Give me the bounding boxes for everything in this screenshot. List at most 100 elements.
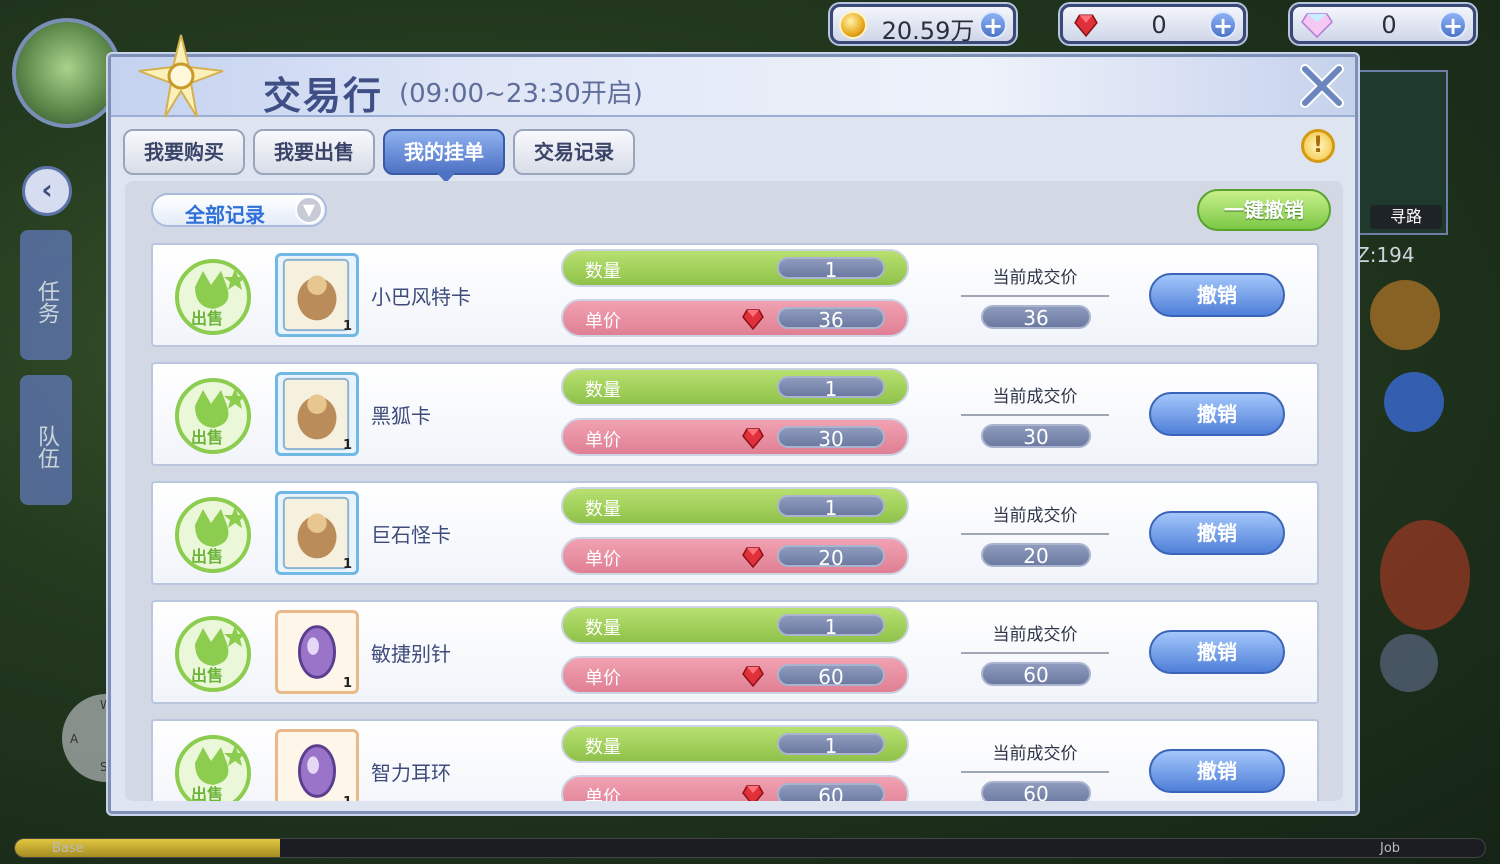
bulk-cancel-button[interactable]: 一键撤销 bbox=[1197, 189, 1331, 231]
current-price-value: 60 bbox=[981, 781, 1091, 801]
listing-row: 出售 1 敏捷别针 数量 1 单价 60 当前成交价 60 撤销 bbox=[151, 600, 1319, 704]
unit-price-value: 30 bbox=[777, 426, 885, 450]
base-exp-bar bbox=[14, 838, 1486, 858]
current-price-label: 当前成交价 bbox=[992, 506, 1078, 526]
listing-row: 出售 1 智力耳环 数量 1 单价 60 当前成交价 60 撤销 bbox=[151, 719, 1319, 801]
cancel-listing-button[interactable]: 撤销 bbox=[1149, 630, 1285, 674]
coordinate-readout: Z:194 bbox=[1356, 243, 1415, 267]
quantity-label: 数量 bbox=[585, 737, 621, 758]
ruby-icon bbox=[741, 307, 765, 331]
cancel-listing-button[interactable]: 撤销 bbox=[1149, 511, 1285, 555]
divider bbox=[961, 533, 1109, 535]
item-icon[interactable]: 1 bbox=[275, 253, 359, 337]
diamond-icon bbox=[1301, 13, 1333, 38]
job-exp-label: Job bbox=[1380, 841, 1401, 856]
quantity-value: 1 bbox=[777, 733, 885, 757]
tab-my-listings[interactable]: 我的挂单 bbox=[383, 129, 505, 183]
unit-price-label: 单价 bbox=[585, 668, 621, 689]
item-stack-count: 1 bbox=[343, 795, 352, 801]
ruby-icon bbox=[741, 783, 765, 801]
item-name: 小巴风特卡 bbox=[371, 285, 471, 309]
skill-button-arrow[interactable] bbox=[1384, 372, 1444, 432]
unit-price-pill: 单价 30 bbox=[561, 418, 909, 456]
item-name: 黑狐卡 bbox=[371, 404, 431, 428]
record-filter-dropdown[interactable]: 全部记录 ▼ bbox=[151, 193, 327, 227]
sell-badge-icon: 出售 bbox=[173, 733, 253, 801]
tab-buy[interactable]: 我要购买 bbox=[123, 129, 245, 175]
diamond-value: 0 bbox=[1381, 11, 1397, 39]
item-name: 智力耳环 bbox=[371, 761, 451, 785]
item-icon[interactable]: 1 bbox=[275, 372, 359, 456]
quantity-value: 1 bbox=[777, 257, 885, 281]
quantity-pill: 数量 1 bbox=[561, 725, 909, 763]
item-stack-count: 1 bbox=[342, 438, 352, 453]
item-icon[interactable]: 1 bbox=[275, 491, 359, 575]
back-arrow-icon[interactable]: ‹ bbox=[22, 166, 72, 216]
team-label: 队伍 bbox=[34, 425, 59, 469]
quest-sidebar-button[interactable]: 任务 bbox=[20, 230, 72, 360]
quantity-label: 数量 bbox=[585, 380, 621, 401]
unit-price-value: 36 bbox=[777, 307, 885, 331]
listing-row: 出售 1 巨石怪卡 数量 1 单价 20 当前成交价 20 撤销 bbox=[151, 481, 1319, 585]
ruby-value: 0 bbox=[1151, 11, 1167, 39]
unit-price-pill: 单价 36 bbox=[561, 299, 909, 337]
item-stack-count: 1 bbox=[342, 557, 352, 572]
current-price-label: 当前成交价 bbox=[992, 387, 1078, 407]
target-lock-button[interactable] bbox=[1380, 634, 1438, 692]
pathfind-label: 寻路 bbox=[1389, 207, 1422, 226]
current-price-label: 当前成交价 bbox=[992, 268, 1078, 288]
divider bbox=[961, 652, 1109, 654]
sell-badge-icon: 出售 bbox=[173, 376, 253, 456]
team-sidebar-button[interactable]: 队伍 bbox=[20, 375, 72, 505]
quantity-pill: 数量 1 bbox=[561, 249, 909, 287]
sell-badge-label: 出售 bbox=[191, 666, 224, 685]
divider bbox=[961, 414, 1109, 416]
star-emblem-icon bbox=[138, 34, 224, 118]
player-avatar[interactable] bbox=[12, 18, 122, 128]
divider bbox=[961, 295, 1109, 297]
listing-row: 出售 1 黑狐卡 数量 1 单价 30 当前成交价 30 撤销 bbox=[151, 362, 1319, 466]
unit-price-value: 20 bbox=[777, 545, 885, 569]
cancel-listing-button[interactable]: 撤销 bbox=[1149, 273, 1285, 317]
ruby-icon bbox=[1074, 14, 1098, 38]
sell-badge-label: 出售 bbox=[191, 428, 224, 447]
pathfind-button[interactable]: 寻路 bbox=[1370, 205, 1442, 229]
skill-button-top[interactable] bbox=[1370, 280, 1440, 350]
item-icon[interactable]: 1 bbox=[275, 610, 359, 694]
tab-trade-records[interactable]: 交易记录 bbox=[513, 129, 635, 175]
current-price-value: 60 bbox=[981, 662, 1091, 686]
current-price-value: 36 bbox=[981, 305, 1091, 329]
info-icon[interactable]: ! bbox=[1301, 129, 1335, 163]
skill-button-fire[interactable] bbox=[1380, 520, 1470, 630]
cancel-listing-button[interactable]: 撤销 bbox=[1149, 392, 1285, 436]
quantity-pill: 数量 1 bbox=[561, 606, 909, 644]
item-stack-count: 1 bbox=[342, 676, 352, 691]
filter-label: 全部记录 bbox=[185, 203, 265, 227]
quantity-label: 数量 bbox=[585, 261, 621, 282]
unit-price-value: 60 bbox=[777, 664, 885, 688]
item-icon[interactable]: 1 bbox=[275, 729, 359, 801]
tab-sell[interactable]: 我要出售 bbox=[253, 129, 375, 175]
cancel-listing-button[interactable]: 撤销 bbox=[1149, 749, 1285, 793]
item-stack-count: 1 bbox=[342, 319, 352, 334]
add-diamond-plus-icon[interactable]: + bbox=[1439, 11, 1467, 39]
panel-title: 交易行 bbox=[263, 74, 384, 118]
divider bbox=[961, 771, 1109, 773]
current-price-value: 20 bbox=[981, 543, 1091, 567]
ruby-icon bbox=[741, 545, 765, 569]
add-ruby-plus-icon[interactable]: + bbox=[1209, 11, 1237, 39]
sell-badge-label: 出售 bbox=[191, 309, 224, 328]
unit-price-label: 单价 bbox=[585, 430, 621, 451]
close-icon[interactable] bbox=[1299, 63, 1345, 109]
quantity-label: 数量 bbox=[585, 499, 621, 520]
current-price-label: 当前成交价 bbox=[992, 625, 1078, 645]
zeny-counter: 20.59万 + bbox=[830, 4, 1016, 45]
unit-price-pill: 单价 60 bbox=[561, 656, 909, 694]
joystick-a: A bbox=[70, 732, 79, 746]
current-price-value: 30 bbox=[981, 424, 1091, 448]
unit-price-pill: 单价 60 bbox=[561, 775, 909, 801]
panel-title-bar: 交易行 (09:00~23:30开启) bbox=[111, 34, 1355, 118]
current-price-label: 当前成交价 bbox=[992, 744, 1078, 764]
quantity-pill: 数量 1 bbox=[561, 487, 909, 525]
add-zeny-plus-icon[interactable]: + bbox=[979, 11, 1007, 39]
